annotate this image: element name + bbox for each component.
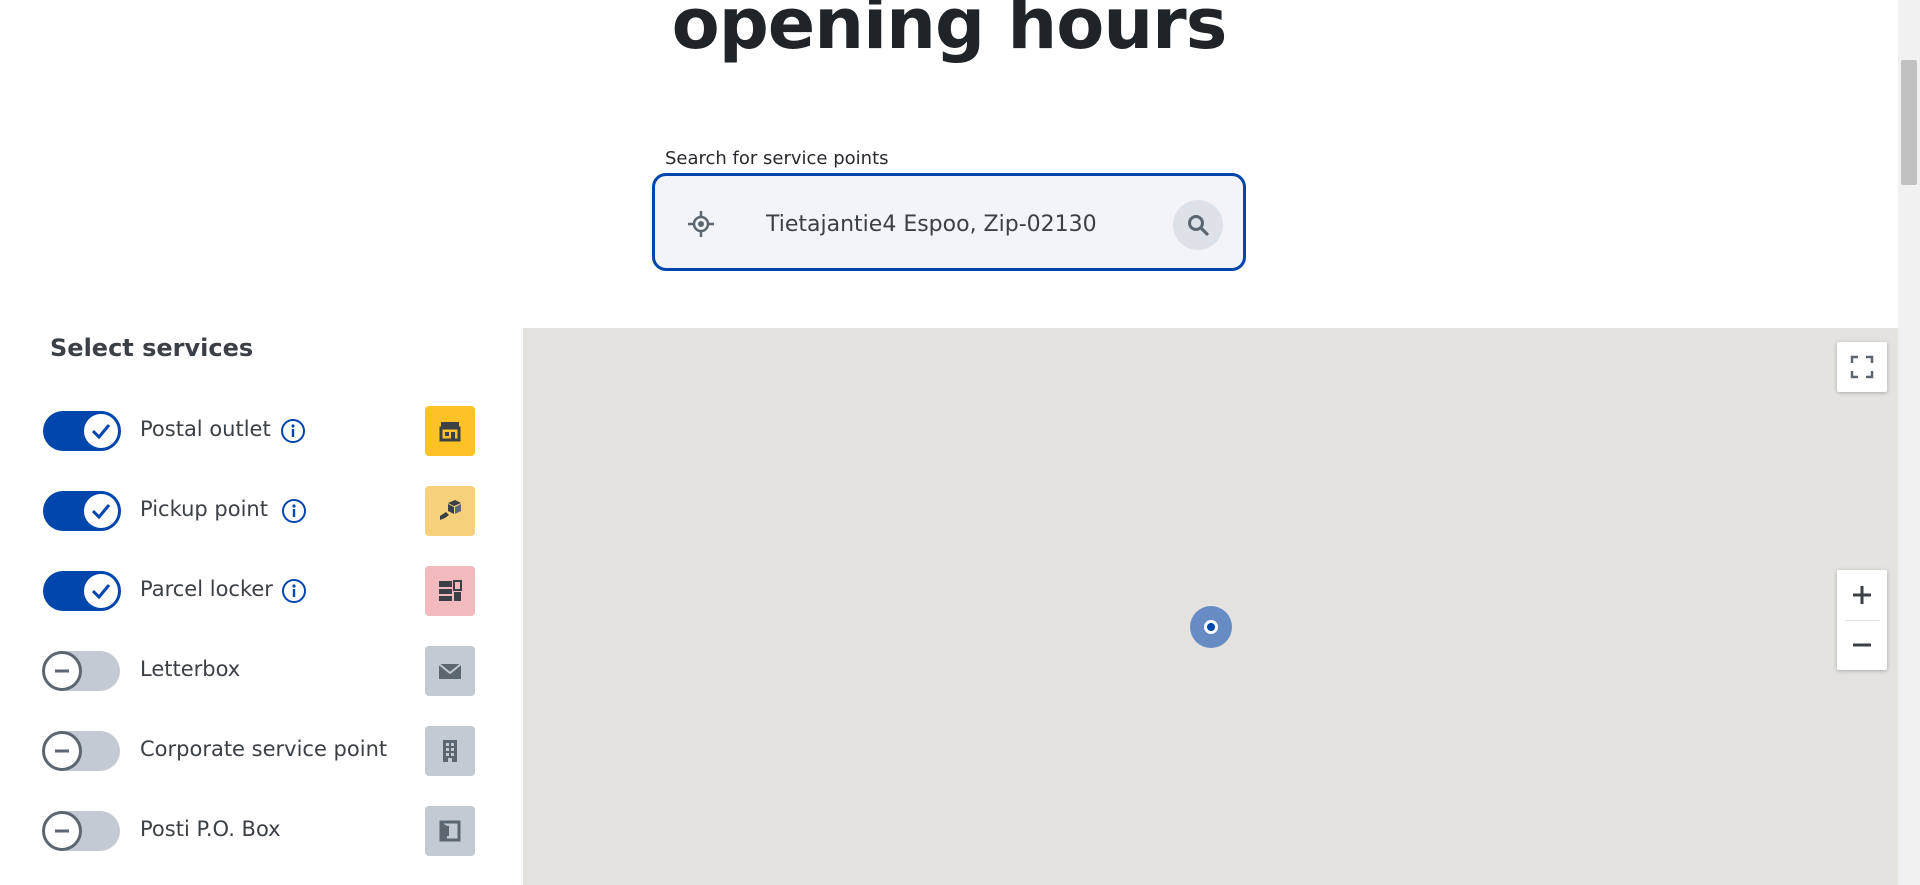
minus-icon: [1853, 643, 1871, 647]
letterbox-icon-tile: [425, 646, 475, 696]
letterbox-label: Letterbox: [140, 657, 241, 681]
service-row-letterbox: Letterbox: [40, 645, 480, 696]
fullscreen-button[interactable]: [1837, 342, 1887, 392]
locate-button[interactable]: [685, 208, 717, 240]
fullscreen-icon: [1850, 355, 1874, 379]
po-box-icon-tile: [425, 806, 475, 856]
toggle-knob: [42, 811, 82, 851]
search-box: [652, 173, 1246, 271]
zoom-out-button[interactable]: [1837, 620, 1887, 670]
info-icon[interactable]: [280, 418, 306, 444]
minus-icon: [55, 829, 69, 833]
toggle-knob: [81, 491, 121, 531]
letterbox-toggle[interactable]: [42, 651, 120, 691]
services-title: Select services: [50, 334, 254, 362]
storefront-icon: [439, 422, 461, 442]
minus-icon: [55, 749, 69, 753]
postal-outlet-icon-tile: [425, 406, 475, 456]
info-icon[interactable]: [281, 578, 307, 604]
page-title: opening hours: [671, 0, 1228, 65]
parcel-locker-label: Parcel locker: [140, 577, 273, 601]
zoom-in-button[interactable]: [1837, 570, 1887, 620]
envelope-icon: [438, 663, 462, 679]
checkmark-icon: [91, 504, 111, 520]
search-label: Search for service points: [665, 148, 889, 169]
parcel-handover-icon: [440, 500, 461, 520]
toggle-knob: [81, 411, 121, 451]
po-box-icon: [439, 820, 461, 842]
info-icon[interactable]: [281, 498, 307, 524]
magnifier-icon: [1188, 215, 1209, 236]
parcel-locker-icon-tile: [425, 566, 475, 616]
current-location-marker: [1190, 606, 1232, 648]
toggle-knob: [42, 731, 82, 771]
toggle-knob: [81, 571, 121, 611]
po-box-label: Posti P.O. Box: [140, 817, 281, 841]
service-row-pickup-point: Pickup point: [40, 485, 480, 536]
map-view[interactable]: [523, 328, 1900, 885]
search-input[interactable]: [766, 204, 1146, 244]
zoom-controls: [1837, 570, 1887, 670]
postal-outlet-toggle[interactable]: [43, 411, 121, 451]
corporate-service-point-icon-tile: [425, 726, 475, 776]
crosshair-icon: [688, 211, 714, 237]
service-row-parcel-locker: Parcel locker: [40, 565, 480, 616]
corporate-service-point-label: Corporate service point: [140, 737, 388, 761]
po-box-toggle[interactable]: [42, 811, 120, 851]
building-icon: [443, 740, 457, 762]
pickup-point-toggle[interactable]: [43, 491, 121, 531]
minus-icon: [55, 669, 69, 673]
parcel-locker-toggle[interactable]: [43, 571, 121, 611]
plus-icon: [1853, 586, 1871, 604]
pickup-point-icon-tile: [425, 486, 475, 536]
locker-icon: [439, 580, 462, 601]
pickup-point-label: Pickup point: [140, 497, 268, 521]
corporate-service-point-toggle[interactable]: [42, 731, 120, 771]
search-button[interactable]: [1173, 200, 1223, 250]
service-row-postal-outlet: Postal outlet: [40, 405, 480, 456]
service-row-po-box: Posti P.O. Box: [40, 805, 480, 856]
checkmark-icon: [91, 424, 111, 440]
page-scrollbar[interactable]: [1898, 0, 1920, 885]
service-row-corporate-service-point: Corporate service point: [40, 725, 480, 776]
toggle-knob: [42, 651, 82, 691]
scrollbar-thumb[interactable]: [1901, 60, 1917, 185]
checkmark-icon: [91, 584, 111, 600]
postal-outlet-label: Postal outlet: [140, 417, 271, 441]
